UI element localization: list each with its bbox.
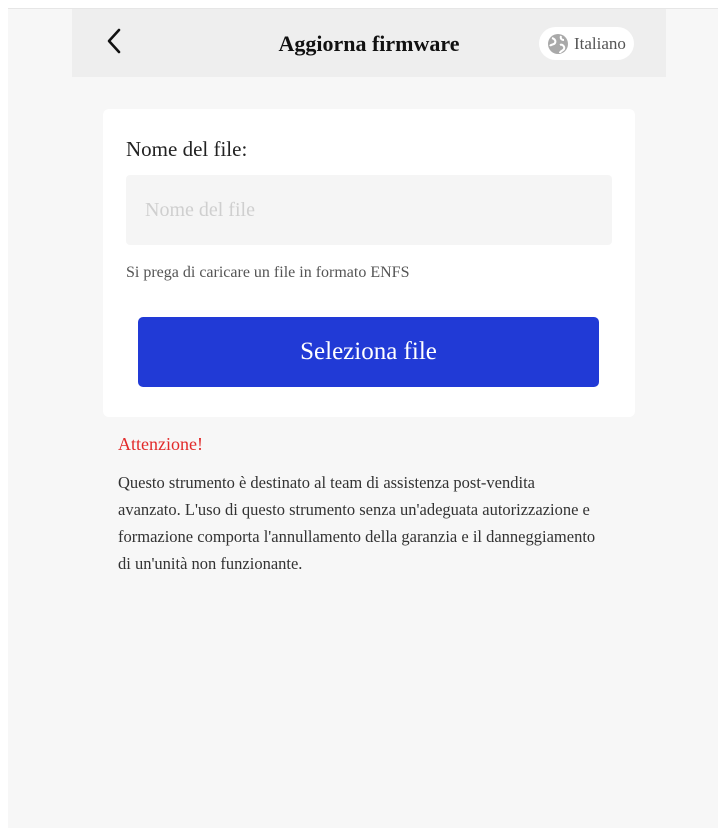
warning-title: Attenzione!	[118, 434, 203, 454]
warning-text: Questo strumento è destinato al team di …	[118, 473, 596, 573]
upload-card: Nome del file: Si prega di caricare un f…	[103, 109, 635, 417]
language-label: Italiano	[574, 33, 626, 53]
app-viewport: Aggiorna firmware Italiano Nome del file…	[8, 8, 718, 828]
file-name-label: Nome del file:	[126, 137, 248, 161]
chevron-left-icon	[105, 27, 123, 60]
select-file-button[interactable]: Seleziona file	[138, 317, 599, 387]
file-name-input[interactable]	[126, 175, 612, 245]
globe-icon	[547, 33, 569, 55]
back-button[interactable]	[98, 25, 130, 61]
format-hint: Si prega di caricare un file in formato …	[126, 264, 410, 281]
language-selector[interactable]: Italiano	[539, 27, 634, 60]
header-bar: Aggiorna firmware Italiano	[72, 9, 666, 77]
